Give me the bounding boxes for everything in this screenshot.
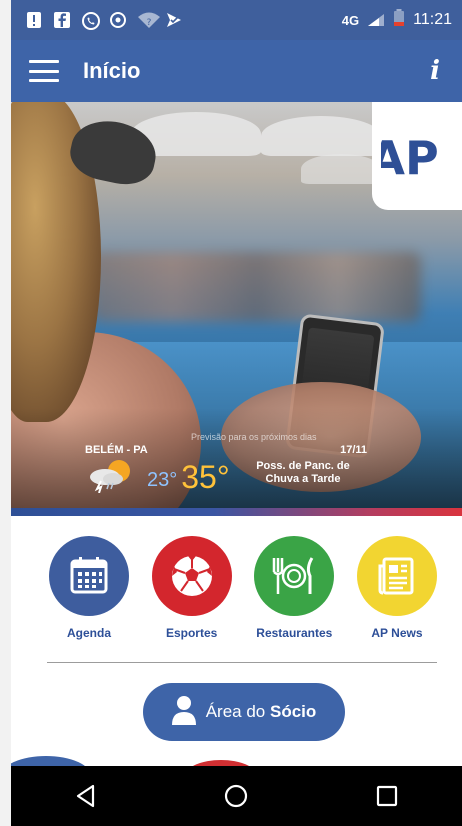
divider [47, 662, 437, 663]
weather-date: 17/11 [340, 444, 367, 456]
back-icon[interactable] [66, 776, 106, 816]
weather-city: BELÉM - PA [85, 444, 148, 456]
soccer-ball-icon [151, 536, 232, 616]
page-title: Início [83, 58, 141, 83]
info-icon[interactable]: i [430, 56, 440, 86]
menu-item-restaurantes[interactable]: Restaurantes [248, 536, 340, 640]
area-do-socio-button[interactable]: Área do Sócio [143, 683, 345, 741]
min-temp: 23° [147, 469, 178, 491]
weather-temperature: 23° 35° [147, 459, 230, 495]
logo-text: AP [381, 131, 439, 185]
crowd-shape [91, 252, 421, 322]
menu-item-agenda[interactable]: Agenda [43, 536, 135, 640]
menu-grid: Agenda Esportes Restaurantes AP News [43, 536, 443, 640]
storm-sun-icon [87, 457, 135, 494]
network-type: 4G [341, 12, 360, 28]
menu-item-label: Esportes [165, 626, 218, 640]
umbrella-shape [261, 116, 381, 156]
user-icon [171, 695, 196, 730]
weather-forecast: Poss. de Panc. de Chuva a Tarde [256, 460, 350, 485]
recents-icon[interactable] [367, 776, 407, 816]
menu-item-esportes[interactable]: Esportes [146, 536, 238, 640]
battery-icon [393, 8, 405, 32]
weather-caption: Previsão para os próximos dias [191, 432, 317, 442]
menu-item-ap-news[interactable]: AP News [351, 536, 443, 640]
alert-icon [25, 11, 43, 29]
status-bar: ? 4G 11:21 [11, 0, 462, 40]
menu-item-label: Agenda [66, 626, 111, 640]
max-temp: 35° [181, 459, 230, 495]
umbrella-shape [301, 154, 381, 184]
calendar-icon [49, 536, 129, 616]
menu-item-label: Restaurantes [256, 626, 333, 640]
download-done-icon [165, 11, 183, 29]
shield-icon [109, 11, 127, 29]
newspaper-icon [356, 536, 437, 616]
socio-button-label: Área do Sócio [205, 702, 317, 721]
brand-stripe [11, 508, 462, 516]
ap-logo: AP [372, 102, 462, 210]
hero-banner: AP BELÉM - PA Previsão para os próximos … [11, 102, 462, 508]
home-icon[interactable] [216, 776, 256, 816]
app-bar: Início i [11, 40, 462, 102]
system-nav-bar [11, 766, 462, 826]
menu-item-label: AP News [371, 626, 423, 640]
clock: 11:21 [413, 11, 452, 28]
wifi-question-icon: ? [137, 11, 160, 29]
app-screen: ? 4G 11:21 Início i AP BELÉM - PA Previs… [11, 0, 462, 826]
whatsapp-icon [81, 11, 100, 30]
signal-icon [367, 13, 385, 27]
hamburger-menu-icon[interactable] [29, 60, 59, 82]
hero-shade [11, 408, 462, 508]
plate-cutlery-icon [254, 536, 335, 616]
weather-header: BELÉM - PA Previsão para os próximos dia… [85, 432, 375, 458]
facebook-icon [53, 11, 71, 29]
svg-text:?: ? [147, 18, 152, 28]
